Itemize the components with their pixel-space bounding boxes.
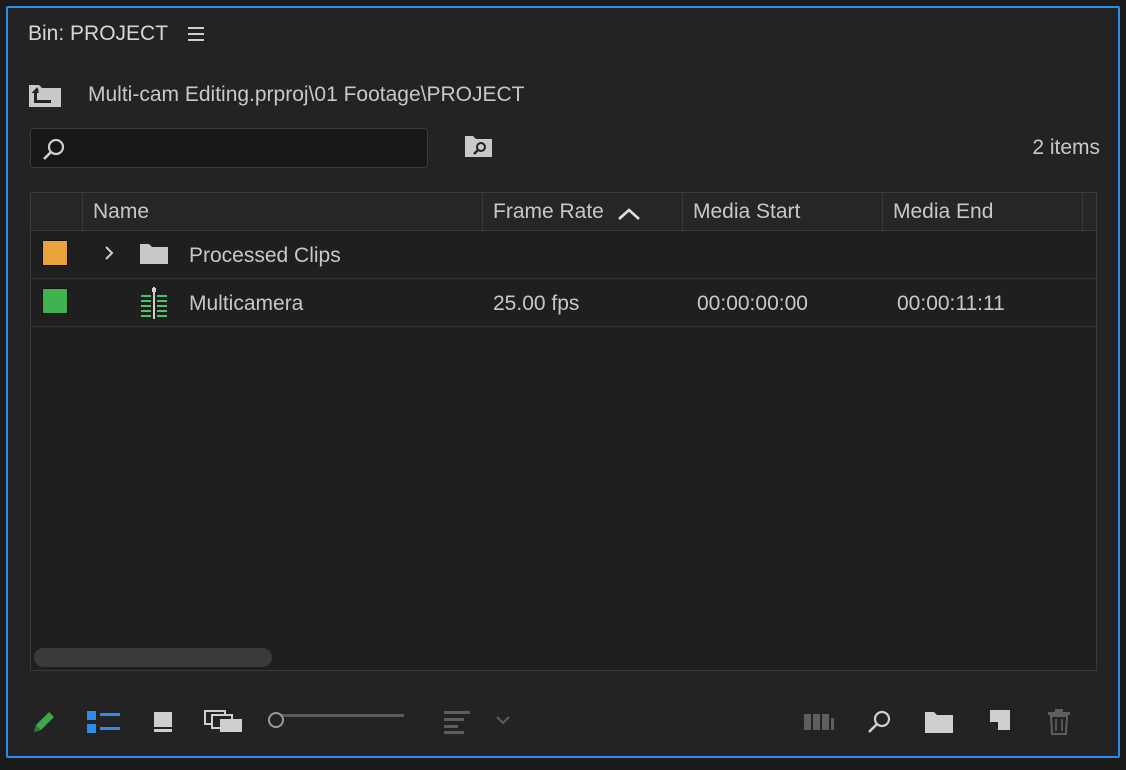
column-header-media-start[interactable]: Media Start <box>683 193 883 230</box>
pencil-icon[interactable] <box>30 708 58 736</box>
sort-ascending-icon <box>618 208 640 220</box>
new-bin-icon[interactable] <box>924 710 954 734</box>
new-item-icon[interactable] <box>986 708 1014 736</box>
list-item[interactable]: Multicamera 25.00 fps 00:00:00:00 00:00:… <box>31 279 1096 327</box>
column-header-row: Name Frame Rate Media Start Media End <box>31 193 1096 231</box>
trash-icon <box>1048 709 1070 735</box>
zoom-slider-handle[interactable] <box>268 712 284 728</box>
navigate-up-folder-icon[interactable] <box>28 82 62 108</box>
search-icon <box>43 138 65 160</box>
column-header-frame-rate-label: Frame Rate <box>493 200 604 223</box>
label-color-swatch[interactable] <box>42 288 68 314</box>
list-item[interactable]: Processed Clips <box>31 231 1096 279</box>
find-icon[interactable] <box>866 708 894 736</box>
item-count: 2 items <box>1032 136 1100 159</box>
panel-menu-icon[interactable] <box>188 27 205 41</box>
column-header-name[interactable]: Name <box>83 193 483 230</box>
column-header-media-end[interactable]: Media End <box>883 193 1083 230</box>
bin-panel: Bin: PROJECT Multi-cam Editing.prproj\01… <box>6 6 1120 758</box>
sort-icons-icon[interactable] <box>442 710 472 734</box>
folder-icon <box>140 244 168 264</box>
chevron-right-icon[interactable] <box>103 244 115 262</box>
column-header-label[interactable] <box>31 193 83 230</box>
bin-path: Multi-cam Editing.prproj\01 Footage\PROJ… <box>88 83 525 106</box>
automate-to-sequence-icon <box>804 714 834 730</box>
icon-view-icon[interactable] <box>152 710 176 734</box>
panel-title[interactable]: Bin: PROJECT <box>28 22 168 46</box>
freeform-view-icon[interactable] <box>204 710 244 734</box>
zoom-slider-track[interactable] <box>278 714 404 717</box>
bin-list-view[interactable]: Name Frame Rate Media Start Media End Pr… <box>30 192 1097 671</box>
item-frame-rate: 25.00 fps <box>493 292 580 315</box>
item-media-end: 00:00:11:11 <box>897 292 1005 315</box>
list-view-icon[interactable] <box>86 710 122 734</box>
find-in-bin-icon[interactable] <box>464 134 494 158</box>
search-field[interactable] <box>30 128 428 168</box>
item-name: Processed Clips <box>189 244 341 267</box>
multicamera-sequence-icon <box>141 287 167 319</box>
horizontal-scrollbar[interactable] <box>34 648 272 667</box>
search-input[interactable] <box>71 135 415 163</box>
chevron-down-icon[interactable] <box>494 714 512 726</box>
item-media-start: 00:00:00:00 <box>697 292 808 315</box>
item-name: Multicamera <box>189 292 304 315</box>
label-color-swatch[interactable] <box>42 240 68 266</box>
column-header-truncated[interactable] <box>1083 193 1096 230</box>
column-header-frame-rate[interactable]: Frame Rate <box>483 193 683 230</box>
